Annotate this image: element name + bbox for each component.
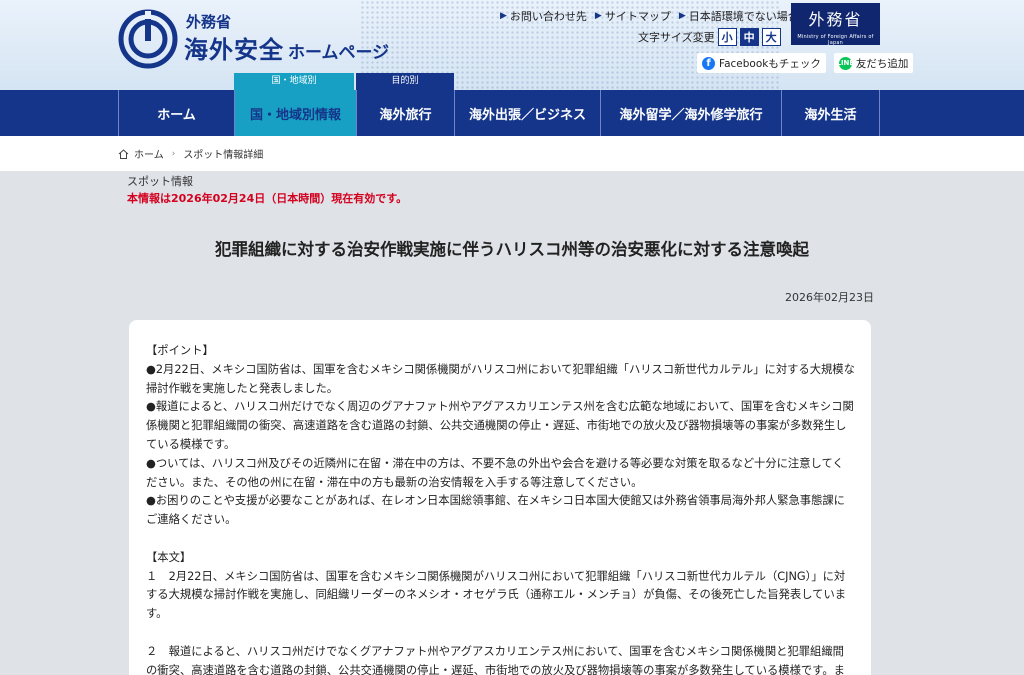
logo-site-title-home: ホームページ: [288, 43, 390, 63]
facebook-icon: f: [702, 56, 715, 70]
non-japanese-env-link-label: 日本語環境でない場合: [688, 10, 799, 23]
mofa-emblem-icon[interactable]: [118, 9, 178, 69]
validity-notice: 本情報は2026年02月24日（日本時間）現在有効です。: [127, 192, 408, 205]
facebook-button[interactable]: f Facebookもチェック: [697, 53, 826, 73]
breadcrumb-bar: ホーム › スポット情報詳細: [0, 136, 1024, 171]
point-item: ●ついては、ハリスコ州及びその近隣州に在留・滞在中の方は、不要不急の外出や会合を…: [146, 456, 844, 489]
nav-home[interactable]: ホーム: [118, 90, 234, 136]
font-size-label: 文字サイズ変更: [638, 31, 715, 44]
triangle-bullet-icon: ▶: [594, 11, 602, 21]
mofa-banner-link[interactable]: 外務省 Ministry of Foreign Affairs of Japan: [791, 3, 880, 46]
nav-category-purpose: 目的別: [356, 73, 454, 90]
point-item: ●お困りのことや支援が必要なことがあれば、在レオン日本国総領事館、在メキシコ日本…: [146, 494, 845, 527]
point-item: ●報道によると、ハリスコ州だけでなく周辺のグアナファト州やアグアスカリエンテス州…: [146, 400, 854, 451]
sitemap-link-label: サイトマップ: [604, 10, 671, 23]
logo-site-title[interactable]: 海外安全 ホームページ: [184, 30, 389, 65]
points-heading: 【ポイント】: [146, 344, 214, 357]
contact-link-label: お問い合わせ先: [509, 10, 587, 23]
utility-links: ▶ お問い合わせ先 ▶ サイトマップ ▶ 日本語環境でない場合: [500, 8, 813, 24]
spot-info-label: スポット情報: [127, 175, 193, 188]
nav-business-trip[interactable]: 海外出張／ビジネス: [454, 90, 600, 136]
body-paragraph: １ 2月22日、メキシコ国防省は、国軍を含むメキシコ関係機関がハリスコ州において…: [146, 569, 847, 621]
logo-ministry-text[interactable]: 外務省: [186, 11, 231, 32]
home-icon: [118, 148, 129, 159]
logo-site-title-main: 海外安全: [184, 36, 284, 64]
nav-category-country: 国・地域別: [234, 73, 354, 90]
line-button-label: 友だち追加: [855, 57, 909, 70]
body-heading: 【本文】: [146, 550, 192, 564]
breadcrumb-home-link[interactable]: ホーム: [134, 146, 164, 161]
mofa-banner-en: Ministry of Foreign Affairs of Japan: [797, 34, 874, 46]
font-size-medium-button[interactable]: 中: [739, 28, 759, 46]
nav-country-info[interactable]: 国・地域別情報: [234, 90, 356, 136]
breadcrumb-current: スポット情報詳細: [183, 150, 264, 161]
triangle-bullet-icon: ▶: [500, 11, 507, 21]
nav-overseas-travel[interactable]: 海外旅行: [356, 90, 454, 136]
point-item: ●2月22日、メキシコ国防省は、国軍を含むメキシコ関係機関がハリスコ州において犯…: [146, 362, 855, 395]
page-title: 犯罪組織に対する治安作戦実施に伴うハリスコ州等の治安悪化に対する注意喚起: [215, 240, 809, 259]
breadcrumb-separator-icon: ›: [171, 148, 176, 159]
line-icon: LINE: [836, 56, 854, 70]
contact-link[interactable]: ▶ お問い合わせ先: [500, 8, 587, 24]
site-header: 外務省 海外安全 ホームページ ▶ お問い合わせ先 ▶ サイトマップ ▶ 日本語環境でな…: [0, 0, 1024, 90]
global-nav: ホーム 国・地域別情報 海外旅行 海外出張／ビジネス 海外留学／海外修学旅行 海…: [0, 90, 1024, 136]
sitemap-link[interactable]: ▶ サイトマップ: [595, 8, 671, 24]
facebook-button-label: Facebookもチェック: [719, 57, 821, 70]
line-add-friend-button[interactable]: LINE 友だち追加: [833, 53, 914, 73]
nav-overseas-living[interactable]: 海外生活: [781, 90, 880, 136]
breadcrumb: ホーム › スポット情報詳細: [118, 146, 263, 161]
mofa-banner-ja: 外務省: [808, 10, 863, 29]
article-body: 【ポイント】 ●2月22日、メキシコ国防省は、国軍を含むメキシコ関係機関がハリス…: [129, 320, 871, 675]
body-paragraph: ２ 報道によると、ハリスコ州だけでなくグアナファト州やアグアスカリエンテス州にお…: [146, 644, 845, 675]
global-nav-items: ホーム 国・地域別情報 海外旅行 海外出張／ビジネス 海外留学／海外修学旅行 海…: [118, 90, 880, 136]
font-size-switcher: 文字サイズ変更 小 中 大: [638, 28, 781, 46]
triangle-bullet-icon: ▶: [678, 11, 686, 21]
nav-study-abroad[interactable]: 海外留学／海外修学旅行: [600, 90, 781, 136]
social-links: f Facebookもチェック LINE 友だち追加: [697, 53, 914, 73]
publish-date: 2026年02月23日: [785, 291, 874, 304]
font-size-large-button[interactable]: 大: [761, 28, 781, 46]
font-size-small-button[interactable]: 小: [717, 28, 737, 46]
